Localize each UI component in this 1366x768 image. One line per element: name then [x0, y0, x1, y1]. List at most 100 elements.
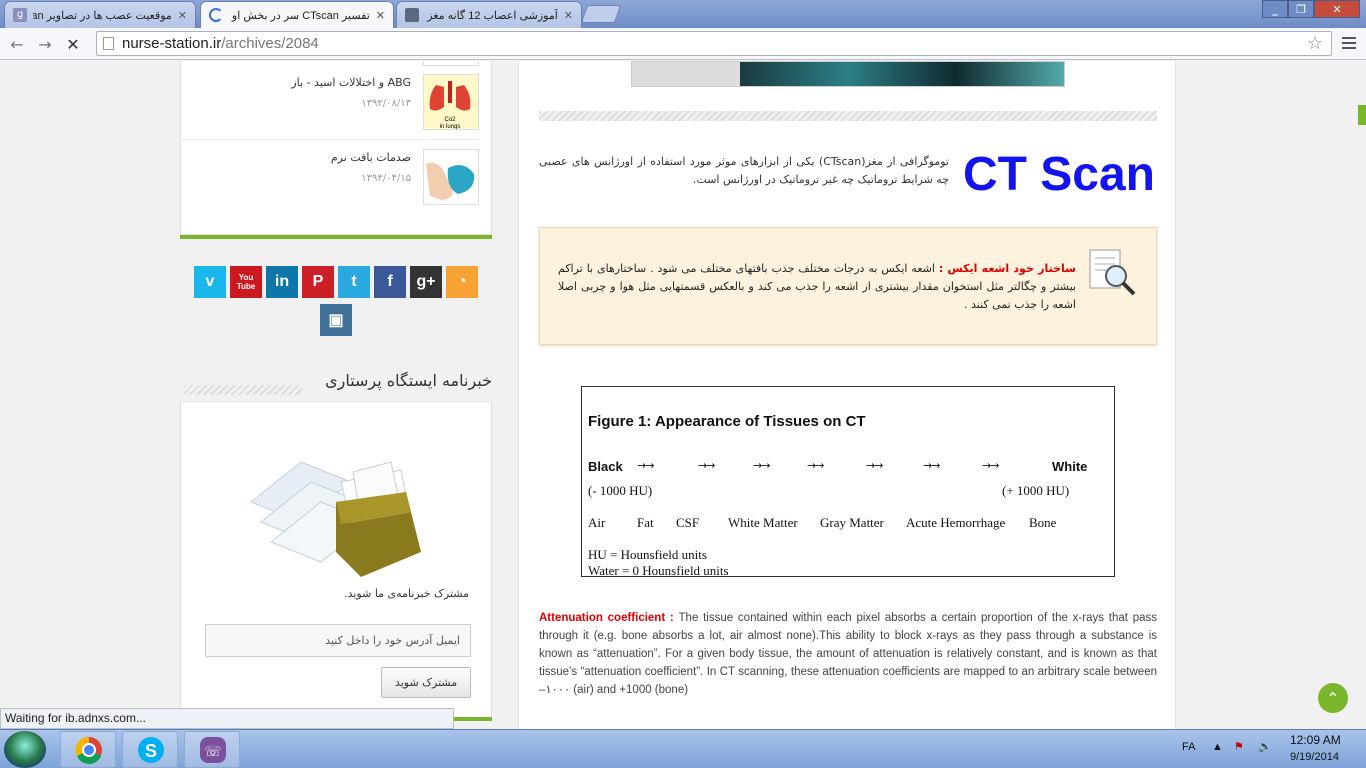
chrome-icon: [75, 736, 102, 764]
arrow: →→: [807, 459, 824, 472]
tab-title: موقعیت عصب ها در تصاویر an: [33, 9, 172, 22]
svg-text:☏: ☏: [204, 744, 222, 760]
url-host: nurse-station.ir: [122, 35, 222, 52]
network-icon[interactable]: ⚑: [1234, 740, 1244, 753]
url-path: /archives/2084: [221, 35, 319, 52]
arrow: →→: [866, 459, 883, 472]
arrow: →→: [923, 459, 940, 472]
tab-title: آموزشی اعصاب 12 گانه مغز: [427, 9, 558, 22]
maximize-button[interactable]: ❐: [1288, 0, 1314, 18]
loading-spinner-icon: [209, 8, 223, 22]
magnifier-document-icon: [1089, 249, 1136, 296]
tab-ctscan[interactable]: تفسیر CTscan سر در بخش او ✕: [200, 1, 394, 28]
clock-date[interactable]: 9/19/2014: [1290, 751, 1339, 763]
post-title[interactable]: صدمات بافت نرم: [331, 151, 411, 164]
arrow: →→: [753, 459, 770, 472]
lungs-thumbnail[interactable]: Co2 in lungs: [423, 74, 479, 130]
notice-key: ساختار خود اشعه ایکس :: [938, 262, 1076, 275]
page-scrollbar[interactable]: [1358, 61, 1366, 729]
notice-text: ساختار خود اشعه ایکس : اشعه ایکس به درجا…: [558, 260, 1076, 314]
tab-cranial-nerves[interactable]: آموزشی اعصاب 12 گانه مغز ✕: [396, 1, 582, 28]
notice-box: ساختار خود اشعه ایکس : اشعه ایکس به درجا…: [539, 227, 1157, 345]
article: CT Scan توموگرافی از مغز(CTscan) یکی از …: [518, 61, 1176, 729]
figure-note-water: Water = 0 Hounsfield units: [588, 563, 729, 578]
post-date: ۱۳۹۳/۰۴/۱۵: [361, 173, 411, 184]
newsletter-box: مشترک خبرنامه‌ی ما شوید. ایمیل آدرس خود …: [180, 401, 492, 721]
stop-icon[interactable]: ✕: [62, 34, 84, 54]
ankle-ice-thumbnail[interactable]: [423, 149, 479, 205]
email-field[interactable]: ایمیل آدرس خود را داخل کنید: [205, 624, 471, 657]
page-favicon-icon: [405, 8, 419, 22]
viber-taskbar-button[interactable]: ☏: [184, 731, 240, 768]
post-date: ۱۳۹۲/۰۸/۱۳: [361, 98, 411, 109]
post-item-abg[interactable]: Co2 in lungs ABG و اختلالات اسید - باز ۱…: [181, 66, 479, 140]
tissue-white-matter: White Matter: [728, 515, 798, 530]
language-indicator[interactable]: FA: [1182, 741, 1195, 753]
skype-taskbar-button[interactable]: S: [122, 731, 178, 768]
facebook-icon[interactable]: f: [374, 266, 406, 298]
tissue-appearance-figure: Figure 1: Appearance of Tissues on CT Bl…: [581, 386, 1115, 578]
svg-text:in lungs: in lungs: [440, 124, 461, 130]
tissue-fat: Fat: [637, 515, 654, 530]
windows-taskbar: S ☏ FA ▲ ⚑ 🔈 12:09 AM 9/19/2014: [0, 729, 1366, 768]
attenuation-text: The tissue contained within each pixel a…: [539, 612, 1157, 696]
svg-text:S: S: [145, 741, 157, 761]
browser-toolbar: ← → ✕ nurse-station.ir/archives/2084 ☆: [0, 28, 1366, 60]
show-hidden-icons[interactable]: ▲: [1212, 741, 1223, 753]
minimize-button[interactable]: _: [1262, 0, 1288, 18]
tab-title: تفسیر CTscan سر در بخش او: [231, 9, 370, 22]
volume-icon[interactable]: 🔈: [1258, 740, 1272, 753]
arrow: →→: [637, 459, 654, 472]
tab-strip: g موقعیت عصب ها در تصاویر an ✕ تفسیر CTs…: [0, 0, 1366, 28]
figure-note-hu: HU = Hounsfield units: [588, 547, 707, 562]
box-underline: [180, 235, 492, 239]
vimeo-icon[interactable]: v: [194, 266, 226, 298]
new-tab-button[interactable]: [580, 5, 622, 23]
black-hu: (- 1000 HU): [588, 483, 653, 498]
svg-text:Co2: Co2: [444, 117, 456, 123]
chrome-menu-icon[interactable]: [1340, 34, 1358, 52]
subscribe-button[interactable]: مشترک شوید: [381, 667, 471, 698]
chrome-taskbar-button[interactable]: [60, 731, 116, 768]
arrow: →→: [698, 459, 715, 472]
start-button[interactable]: [4, 731, 46, 768]
linkedin-icon[interactable]: in: [266, 266, 298, 298]
sidebar: Co2 in lungs ABG و اختلالات اسید - باز ۱…: [180, 61, 492, 729]
address-bar[interactable]: nurse-station.ir/archives/2084 ☆: [96, 31, 1332, 56]
close-icon[interactable]: ✕: [376, 9, 385, 22]
viber-icon: ☏: [200, 737, 226, 763]
article-intro: توموگرافی از مغز(CTscan) یکی از ابزارهای…: [539, 155, 949, 186]
close-icon[interactable]: ✕: [178, 9, 187, 22]
bookmark-star-icon[interactable]: ☆: [1307, 33, 1323, 54]
forward-arrow-icon[interactable]: →: [34, 34, 56, 54]
tissue-bone: Bone: [1029, 515, 1057, 530]
ct-header-image: [631, 61, 1065, 87]
newsletter-text: مشترک خبرنامه‌ی ما شوید.: [344, 587, 469, 600]
googleplus-icon[interactable]: g+: [410, 266, 442, 298]
status-bar: Waiting for ib.adnxs.com...: [0, 708, 454, 729]
scrollbar-thumb[interactable]: [1358, 105, 1366, 125]
skype-icon: S: [138, 737, 164, 763]
instagram-icon[interactable]: ▣: [320, 304, 352, 336]
tissue-csf: CSF: [676, 515, 700, 530]
youtube-icon[interactable]: You Tube: [230, 266, 262, 298]
back-arrow-icon[interactable]: ←: [6, 34, 28, 54]
window-close-button[interactable]: ✕: [1314, 0, 1360, 18]
attenuation-paragraph: Attenuation coefficient : The tissue con…: [539, 609, 1157, 699]
scroll-to-top-button[interactable]: ⌃: [1318, 683, 1348, 713]
post-title[interactable]: ABG و اختلالات اسید - باز: [291, 76, 411, 89]
close-icon[interactable]: ✕: [564, 9, 573, 22]
arrow: →→: [982, 459, 999, 472]
newsletter-bag-icon: [250, 461, 421, 577]
page-icon: [103, 37, 114, 50]
divider-hatch: [539, 111, 1157, 121]
twitter-icon[interactable]: t: [338, 266, 370, 298]
tab-nerve-images[interactable]: g موقعیت عصب ها در تصاویر an ✕: [4, 1, 196, 28]
rss-icon[interactable]: ◔: [446, 266, 478, 298]
pinterest-icon[interactable]: P: [302, 266, 334, 298]
tissue-air: Air: [588, 515, 606, 530]
google-image-favicon-icon: g: [13, 8, 27, 22]
clock-time[interactable]: 12:09 AM: [1290, 733, 1341, 747]
tissue-gray-matter: Gray Matter: [820, 515, 884, 530]
post-item-soft-tissue[interactable]: صدمات بافت نرم ۱۳۹۳/۰۴/۱۵: [181, 141, 479, 215]
